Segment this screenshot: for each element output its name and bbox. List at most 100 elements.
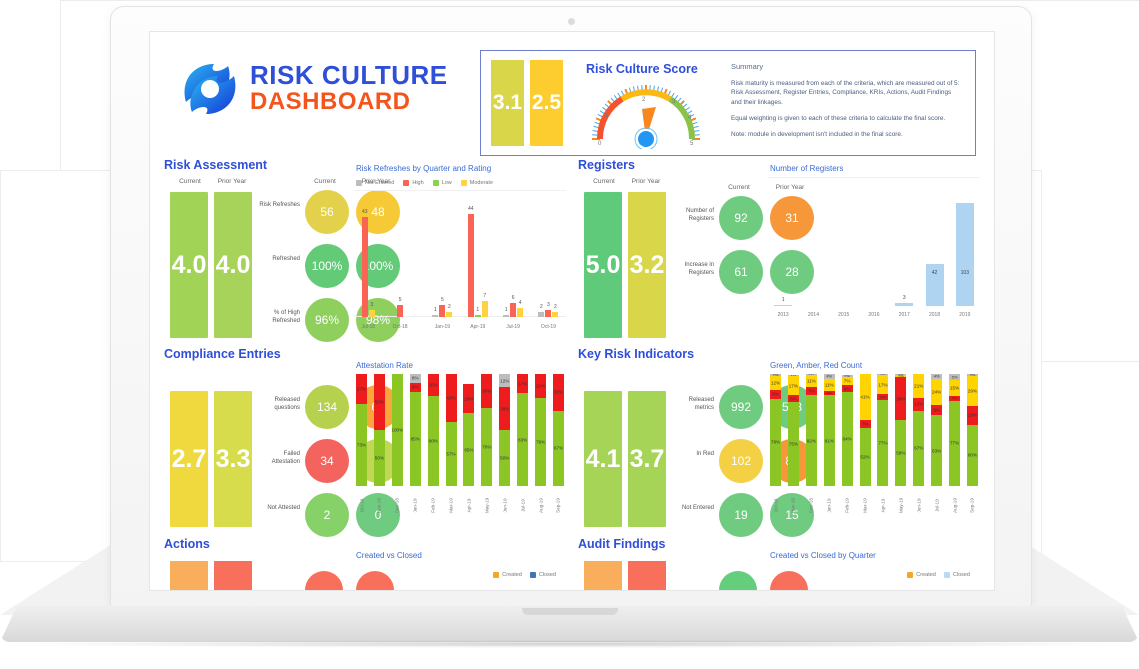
score-bar-prior	[628, 561, 666, 590]
col-header-prior: Prior Year	[217, 178, 247, 185]
score-bar-current: 2.7	[170, 391, 208, 527]
section-audit-findings: Audit Findings Created vs Closed by Quar…	[572, 537, 984, 590]
section-title: Actions	[164, 537, 210, 551]
bar-value-label: 1	[434, 306, 437, 313]
bar: 42 2018	[925, 264, 944, 318]
segment-value-label: 57%	[446, 451, 456, 457]
svg-text:2: 2	[642, 97, 646, 103]
x-axis-label: 2019	[959, 312, 971, 318]
metric-current-value: 992	[719, 385, 763, 429]
stack-segment: 78%	[770, 398, 781, 486]
segment-value-label: 38%	[500, 406, 510, 412]
metric-label: In Red	[696, 451, 714, 457]
stack-segment: 41%	[859, 374, 871, 420]
legend-swatch	[529, 572, 536, 578]
segment-value-label: 65%	[464, 447, 474, 453]
segment-value-label: 15%	[949, 385, 960, 391]
segment-value-label: 24%	[932, 389, 942, 395]
chart-title: Risk Refreshes by Quarter and Rating	[356, 164, 492, 173]
bar-value-label: 3	[547, 302, 550, 308]
stack-segment: 15%	[949, 379, 961, 397]
segment-value-label: 11%	[824, 382, 834, 388]
chart-risk-refreshes: Risk Refreshes by Quarter and Rating Not…	[354, 164, 566, 344]
x-axis-label: Jul-18	[361, 324, 376, 330]
score-bar-prior	[214, 561, 252, 590]
stack-segment: 12%	[913, 397, 925, 411]
metric-label: Released metrics	[688, 397, 714, 411]
summary-block: Summary Risk maturity is measured from e…	[731, 62, 963, 146]
metric-current-value: 134	[305, 385, 349, 429]
metric-label: Not Attested	[267, 505, 300, 511]
metric-current-value: 92	[719, 196, 763, 240]
bar: 2015	[835, 305, 853, 318]
legend-item: Moderate	[460, 180, 494, 186]
chart-actions-created-vs-closed: Created vs Closed Created Closed	[354, 551, 566, 590]
stack-segment: 81%	[823, 395, 835, 486]
stacked-bar: 2% 29% 19% 60% Sep-19	[966, 373, 978, 513]
stack-segment: 17%	[517, 374, 529, 394]
stack-segment: 50%	[499, 430, 511, 486]
segment-value-label: 33%	[553, 389, 564, 395]
stack-segment: 83%	[517, 393, 529, 486]
laptop-frame: RISK CULTURE DASHBOARD 3.1 2.5 Risk Cult…	[110, 6, 1032, 608]
stack-segment: 6%	[841, 385, 853, 392]
brand-line-2: DASHBOARD	[250, 88, 411, 116]
legend-item: Closed	[943, 572, 970, 578]
actions-kpis	[164, 561, 394, 590]
chart-title: Attestation Rate	[356, 361, 413, 370]
stacked-bar: 8% 8% 85% Jan-19	[409, 374, 421, 513]
x-axis-label: 2014	[807, 312, 819, 318]
legend-swatch	[460, 180, 467, 186]
legend-swatch	[943, 572, 950, 578]
metric-current-value: 19	[719, 493, 763, 537]
stack-segment: 79%	[535, 397, 547, 486]
bar-group: 43 3 Jul-18	[361, 209, 375, 330]
x-axis-label: 2015	[838, 312, 850, 318]
segment-value-label: 70%	[482, 444, 492, 450]
chart-title: Number of Registers	[770, 164, 844, 173]
stack-segment: 82%	[805, 395, 817, 486]
x-axis-label: May-19	[898, 497, 904, 514]
stacked-bar: 50% 50% Nov-18	[373, 374, 385, 513]
metric-label: Increase in Registers	[684, 262, 714, 276]
bar-group: 2 3 2 Oct-19	[538, 302, 559, 330]
section-title: Compliance Entries	[164, 347, 281, 361]
score-bar-current: 4.1	[584, 391, 622, 527]
legend-item: Created	[907, 572, 936, 578]
bar-group: 5 Oct-18	[393, 297, 408, 330]
summary-paragraph-1: Risk maturity is measured from each of t…	[731, 80, 960, 106]
x-axis-label: Jan-19	[434, 324, 451, 330]
section-title: Audit Findings	[578, 537, 666, 551]
risk-culture-score-panel: 3.1 2.5 Risk Culture Score 0 1 2 3 4 5 S…	[480, 50, 976, 156]
bar: 1 2013	[774, 297, 793, 318]
legend-item: Not Entered	[356, 180, 394, 186]
metric-current-value: 96%	[305, 298, 349, 342]
stacked-bar: 20% 80% Feb-19	[427, 374, 439, 513]
stack-segment: 67%	[552, 410, 564, 486]
stacked-bar: 17% 83% Jul-19	[517, 374, 529, 512]
bar-value-label: 2	[554, 304, 557, 311]
legend-item: High	[403, 180, 424, 186]
stacked-bar: 21% 12% 67% Jun-19	[913, 374, 925, 513]
metric-label: Refreshed	[272, 256, 300, 262]
x-axis	[354, 316, 566, 317]
stacked-bar: 4% 11% 4% 81% Jan-19	[823, 374, 835, 513]
stack-segment: 85%	[409, 391, 421, 486]
stack-segment: 59%	[895, 419, 907, 486]
segment-value-label: 20%	[428, 382, 438, 388]
stack-segment: 80%	[427, 396, 439, 486]
metric-current-value: 102	[719, 439, 763, 483]
stack-segment: 29%	[966, 376, 978, 406]
stack-segment: 8%	[770, 389, 781, 399]
legend-swatch	[403, 180, 410, 186]
segment-value-label: 27%	[356, 386, 367, 392]
chart-green-amber-red: Green, Amber, Red Count 2% 12% 8% 78% Oct-18…	[768, 361, 980, 541]
score-bar-prior: 4.0	[214, 192, 252, 338]
legend-swatch	[493, 572, 500, 578]
x-axis-label: Oct-18	[359, 498, 364, 513]
stack-segment: 65%	[463, 413, 475, 486]
registers-kpis: Current Prior Year 5.0 3.2 Current Prior…	[578, 178, 814, 338]
segment-value-label: 60%	[967, 452, 978, 458]
legend-label: Moderate	[469, 180, 494, 186]
stacked-bar: 100% Dec-18	[391, 374, 403, 513]
